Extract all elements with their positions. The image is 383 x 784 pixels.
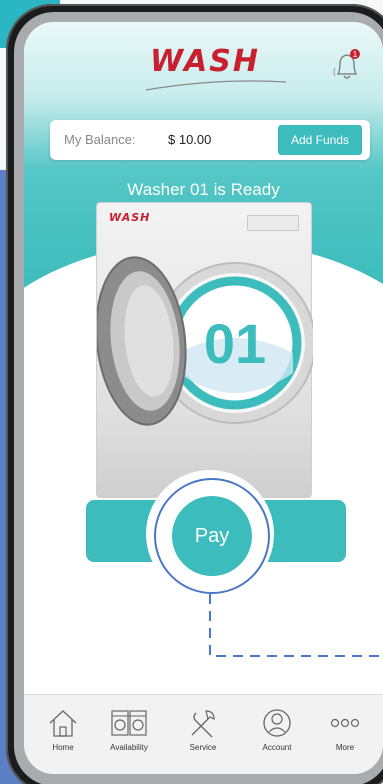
tab-account-label: Account	[262, 743, 292, 752]
guide-dashed-line	[209, 594, 383, 657]
washer-icon	[111, 710, 147, 736]
more-icon	[330, 718, 360, 728]
app-screen: WASH 1 My Balance: $ 10.00 Add Funds Was…	[24, 22, 383, 774]
tab-home-label: Home	[52, 743, 74, 752]
tab-more-label: More	[335, 743, 355, 752]
home-icon	[49, 710, 77, 737]
tab-service[interactable]: Service	[172, 701, 234, 767]
user-icon	[263, 709, 291, 737]
tab-account[interactable]: Account	[246, 701, 308, 767]
tab-availability-label: Availability	[110, 743, 148, 752]
bottom-tab-bar: Home Availability Service Account More	[24, 694, 383, 774]
tab-availability[interactable]: Availability	[98, 701, 160, 767]
tab-home[interactable]: Home	[32, 701, 94, 767]
tab-service-label: Service	[189, 743, 217, 752]
tab-more[interactable]: More	[314, 701, 376, 767]
tools-icon	[191, 710, 215, 738]
